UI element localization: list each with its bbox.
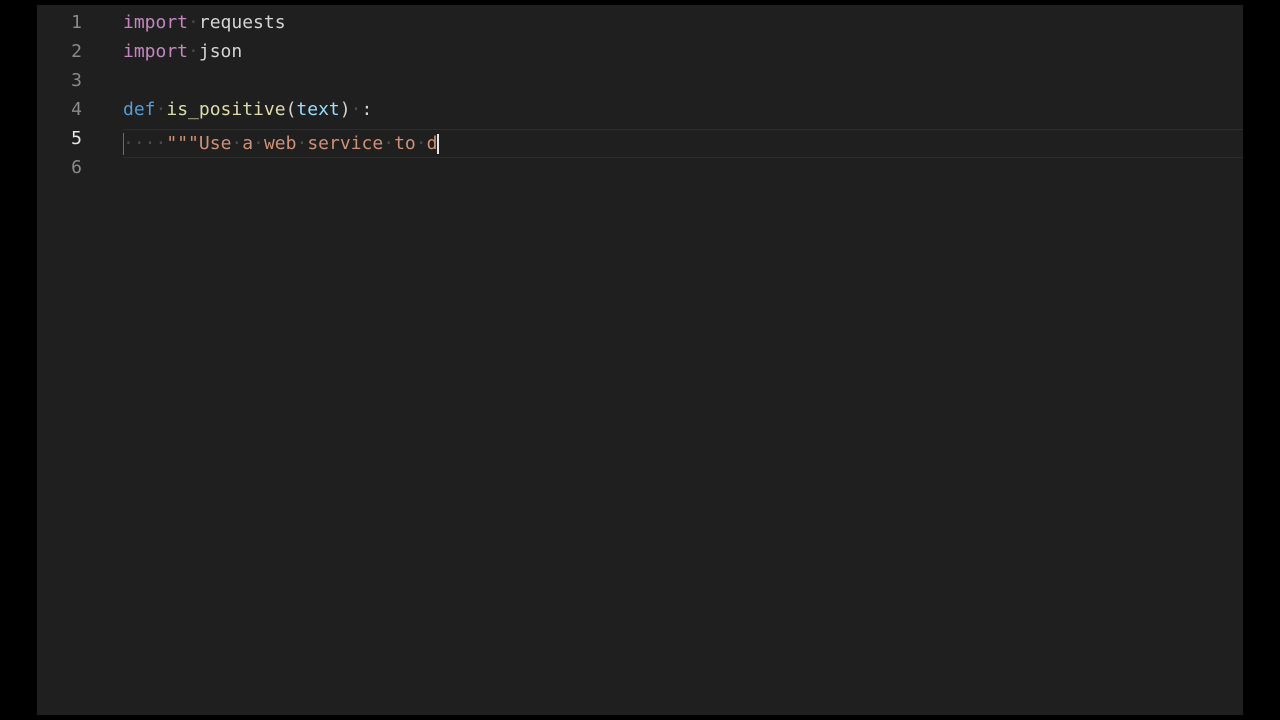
code-line[interactable]: import·json [123, 37, 1243, 66]
import-keyword: import [123, 41, 189, 62]
indent-guide [123, 133, 124, 155]
whitespace-dot: · [155, 99, 167, 120]
module-name: json [198, 41, 243, 62]
code-line-empty[interactable] [123, 66, 1243, 95]
whitespace-dot: · [188, 12, 199, 33]
whitespace-dot: · [350, 99, 362, 120]
module-name: requests [198, 12, 286, 33]
code-area[interactable]: import·requests import·json def·is_posit… [123, 5, 1243, 715]
line-number: 2 [71, 41, 82, 62]
line-number: 1 [71, 12, 82, 33]
parameter-name: text [296, 99, 340, 120]
code-editor[interactable]: 1 2 3 4 5 6 import·requests import·json … [37, 5, 1243, 715]
text-cursor [437, 134, 440, 154]
line-number-gutter: 1 2 3 4 5 6 [37, 5, 123, 715]
code-line-current[interactable]: ····"""Use·a·web·service·to·d [123, 129, 1243, 158]
code-line[interactable]: import·requests [123, 8, 1243, 37]
code-line-empty[interactable] [123, 158, 1243, 187]
def-keyword: def [123, 99, 156, 120]
line-number: 3 [71, 70, 82, 91]
open-paren: ( [285, 99, 297, 120]
close-paren: ) [339, 99, 351, 120]
colon: : [361, 99, 373, 120]
indent-whitespace-dots: ···· [123, 133, 167, 154]
line-number-active: 5 [71, 128, 82, 149]
import-keyword: import [123, 12, 189, 33]
line-number: 6 [71, 157, 82, 178]
code-line[interactable]: def·is_positive(text)·: [123, 95, 1243, 124]
line-number: 4 [71, 99, 82, 120]
docstring-text: """Use·a·web·service·to·d [166, 133, 438, 154]
function-name: is_positive [166, 99, 286, 120]
whitespace-dot: · [188, 41, 199, 62]
